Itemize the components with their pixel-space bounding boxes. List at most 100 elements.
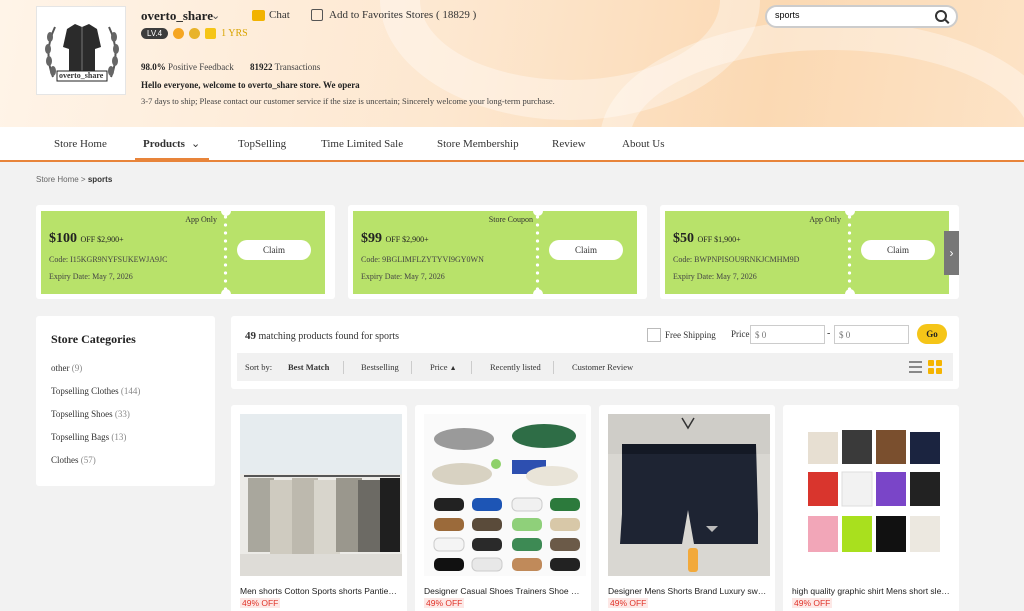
sort-bar: Sort by: Best Match Bestselling Price ▲ … (237, 353, 953, 381)
category-item[interactable]: Topselling Shoes (33) (51, 409, 130, 419)
sort-price-label: Price (430, 362, 448, 372)
sort-recently-listed[interactable]: Recently listed (490, 362, 541, 372)
active-tab-indicator (135, 158, 209, 160)
chat-button[interactable]: Chat (252, 9, 290, 21)
coupon-next-arrow[interactable]: › (944, 231, 959, 275)
product-image[interactable] (608, 414, 770, 576)
discount-badge: 49% OFF (240, 598, 281, 608)
store-name[interactable]: overto_share (141, 8, 213, 24)
coupon-code: Code: 9BGLIMFLZYTYVI9GY0WN (361, 255, 484, 264)
claim-button[interactable]: Claim (549, 240, 623, 260)
coupon-condition: OFF $2,900+ (385, 235, 429, 244)
category-item[interactable]: Clothes (57) (51, 455, 96, 465)
coupon-expiry: Expiry Date: May 7, 2026 (49, 272, 133, 281)
product-card[interactable]: high quality graphic shirt Mens short sl… (783, 405, 959, 611)
categories-title: Store Categories (51, 332, 136, 346)
crown-icon (189, 28, 201, 39)
sort-bestselling[interactable]: Bestselling (361, 362, 399, 372)
breadcrumb: Store Home > sports (36, 175, 112, 184)
coupon-code: Code: I15KGR9NYFSUKEWJA9JC (49, 255, 168, 264)
price-max-input[interactable] (834, 325, 909, 344)
search-input[interactable] (775, 10, 925, 20)
coupon-perforation (847, 213, 852, 292)
coupon-ticket: App Only $100 OFF $2,900+ Code: I15KGR9N… (41, 206, 325, 299)
level-badge: LV.4 (141, 28, 169, 39)
category-item[interactable]: other (9) (51, 363, 82, 373)
category-count: (33) (114, 409, 130, 419)
chevron-down-icon[interactable]: ⌄ (211, 9, 220, 22)
category-item[interactable]: Topselling Clothes (144) (51, 386, 140, 396)
sort-best-match[interactable]: Best Match (288, 362, 329, 372)
price-min-input[interactable] (750, 325, 825, 344)
favorites-label: Add to Favorites Stores ( 18829 ) (329, 9, 477, 21)
product-title[interactable]: high quality graphic shirt Mens short sl… (792, 586, 952, 596)
coupon-ticket: Store Coupon $99 OFF $2,900+ Code: 9BGLI… (353, 206, 637, 299)
coupon-card: App Only $50 OFF $1,900+ Code: BWPNPISOU… (660, 205, 959, 299)
chevron-down-icon[interactable]: ⌄ (191, 137, 200, 150)
sort-divider (471, 361, 472, 374)
coupon-card: Store Coupon $99 OFF $2,900+ Code: 9BGLI… (348, 205, 647, 299)
sort-divider (343, 361, 344, 374)
discount-badge: 49% OFF (424, 598, 465, 608)
free-shipping-label: Free Shipping (665, 330, 716, 340)
thumbs-up-icon (205, 28, 217, 39)
welcome-message: Hello everyone, welcome to overto_share … (141, 80, 360, 90)
store-header: overto_share overto_share ⌄ Chat Add to … (0, 0, 1024, 127)
product-title[interactable]: Designer Mens Shorts Brand Luxury swim s… (608, 586, 768, 596)
nav-time-limited-sale[interactable]: Time Limited Sale (321, 138, 403, 150)
store-categories: Store Categories other (9) Topselling Cl… (36, 316, 215, 486)
store-badges: LV.4 1 YRS (141, 28, 248, 39)
claim-button[interactable]: Claim (861, 240, 935, 260)
price-filter-label: Price (731, 329, 750, 339)
add-to-favorites-button[interactable]: Add to Favorites Stores ( 18829 ) (311, 9, 476, 21)
coupon-tag: App Only (809, 215, 841, 224)
product-title[interactable]: Men shorts Cotton Sports shorts Panties … (240, 586, 400, 596)
price-range-dash: - (827, 328, 831, 339)
product-card[interactable]: Designer Mens Shorts Brand Luxury swim s… (599, 405, 775, 611)
coupon-expiry: Expiry Date: May 7, 2026 (361, 272, 445, 281)
coupon-amount-row: $50 OFF $1,900+ (673, 231, 741, 247)
nav-store-membership[interactable]: Store Membership (437, 138, 519, 150)
nav-topselling[interactable]: TopSelling (238, 138, 286, 150)
product-image[interactable] (240, 414, 402, 576)
product-card[interactable]: Designer Casual Shoes Trainers Shoe Snea… (415, 405, 591, 611)
coupon-amount: $100 (49, 231, 77, 246)
product-image[interactable] (424, 414, 586, 576)
category-item[interactable]: Topselling Bags (13) (51, 432, 126, 442)
sort-price[interactable]: Price ▲ (430, 362, 457, 372)
product-title[interactable]: Designer Casual Shoes Trainers Shoe Snea… (424, 586, 584, 596)
breadcrumb-home[interactable]: Store Home (36, 175, 79, 184)
product-card[interactable]: Men shorts Cotton Sports shorts Panties … (231, 405, 407, 611)
nav-store-home[interactable]: Store Home (54, 138, 107, 150)
results-text: matching products found for sports (258, 331, 400, 342)
list-view-icon[interactable] (909, 361, 922, 373)
category-count: (144) (120, 386, 141, 396)
store-logo[interactable]: overto_share (36, 6, 126, 95)
coupon-perforation (535, 213, 540, 292)
sort-customer-review[interactable]: Customer Review (572, 362, 633, 372)
coupon-ticket: App Only $50 OFF $1,900+ Code: BWPNPISOU… (665, 206, 949, 299)
price-go-button[interactable]: Go (917, 324, 947, 344)
coupon-amount: $99 (361, 231, 382, 246)
search-icon[interactable] (935, 10, 947, 22)
free-shipping-checkbox[interactable] (647, 328, 661, 342)
ship-note: 3-7 days to ship; Please contact our cus… (141, 96, 555, 106)
category-name: Topselling Bags (51, 432, 110, 442)
positive-feedback-label: Positive Feedback (168, 62, 234, 72)
store-stats: 98.0% Positive Feedback 81922 Transactio… (141, 62, 320, 72)
grid-view-icon[interactable] (928, 360, 942, 374)
chat-icon (252, 9, 265, 21)
nav-review[interactable]: Review (552, 138, 586, 150)
nav-about-us[interactable]: About Us (622, 138, 664, 150)
sort-arrow-icon: ▲ (449, 364, 457, 372)
nav-products[interactable]: Products (143, 138, 185, 150)
category-count: (57) (80, 455, 96, 465)
breadcrumb-current: sports (87, 175, 113, 184)
coupon-amount-row: $100 OFF $2,900+ (49, 231, 124, 247)
claim-button[interactable]: Claim (237, 240, 311, 260)
category-count: (13) (111, 432, 127, 442)
discount-badge: 49% OFF (608, 598, 649, 608)
coupon-card: App Only $100 OFF $2,900+ Code: I15KGR9N… (36, 205, 335, 299)
product-image[interactable] (792, 414, 954, 576)
sort-divider (553, 361, 554, 374)
